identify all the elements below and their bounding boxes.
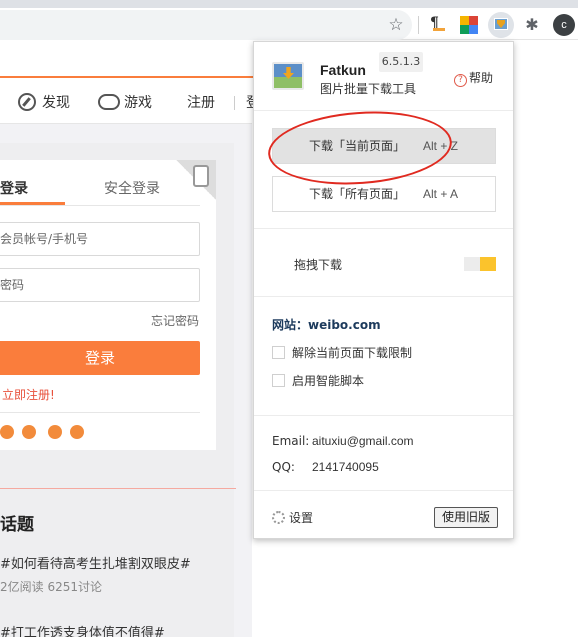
topic-meta: 2亿阅读 6251讨论 <box>0 580 102 594</box>
divider <box>254 415 513 416</box>
gear-icon <box>272 511 285 524</box>
use-old-version-button[interactable]: 使用旧版 <box>434 507 498 528</box>
topic-title[interactable]: #如何看待高考生扎堆割双眼皮# <box>0 553 191 572</box>
question-icon: ? <box>454 74 467 87</box>
download-all-shortcut: Alt + A <box>423 187 459 201</box>
email-value: aituxiu@gmail.com <box>312 434 414 448</box>
taobao-icon[interactable] <box>22 425 36 439</box>
password-input[interactable]: 密码 <box>0 268 200 302</box>
address-bar[interactable] <box>0 10 412 40</box>
help-link[interactable]: ? 帮助 <box>454 69 493 87</box>
extensions-puzzle-icon[interactable]: ✱ <box>520 13 544 37</box>
site-label: 网站：weibo.com <box>272 318 381 332</box>
nav-register[interactable]: 注册 <box>187 92 215 114</box>
account-input[interactable]: 会员帐号/手机号 <box>0 222 200 256</box>
qq-icon[interactable] <box>0 425 14 439</box>
toolbar-divider <box>418 16 419 34</box>
tab-login[interactable]: 登录 <box>0 178 28 198</box>
settings-link[interactable]: 设置 <box>272 509 313 526</box>
register-now-link[interactable]: 立即注册! <box>2 386 55 403</box>
bookmark-star-icon[interactable]: ☆ <box>385 14 407 36</box>
fatkun-logo-icon <box>272 62 304 90</box>
forgot-password-link[interactable]: 忘记密码 <box>151 312 199 329</box>
remove-limit-label: 解除当前页面下载限制 <box>292 346 413 360</box>
baidu-icon[interactable] <box>70 425 84 439</box>
profile-avatar[interactable]: c <box>553 14 575 36</box>
topics-heading: 话题 <box>0 515 34 535</box>
nav-discover-label: 发现 <box>42 95 70 111</box>
nav-divider <box>234 96 235 110</box>
remove-limit-checkbox[interactable]: 解除当前页面下载限制 <box>272 344 412 361</box>
login-button[interactable]: 登录 <box>0 341 200 375</box>
qq-row: QQ: 2141740095 <box>272 460 379 474</box>
checkbox-box <box>272 374 285 387</box>
phone-qr-icon[interactable] <box>193 165 209 187</box>
topic-title[interactable]: #打工作透支身体值不值得# <box>0 622 165 637</box>
pilcrow-extension-icon[interactable]: ¶ <box>425 13 449 37</box>
divider <box>254 490 513 491</box>
nav-game-label: 游戏 <box>124 95 152 111</box>
360-icon[interactable] <box>48 425 62 439</box>
tab-secure-login[interactable]: 安全登录 <box>104 178 160 198</box>
help-label: 帮助 <box>469 71 494 85</box>
tab-rule <box>0 205 200 206</box>
fatkun-extension-icon[interactable] <box>488 12 514 38</box>
compass-icon <box>18 93 36 111</box>
drag-download-label: 拖拽下载 <box>294 258 343 272</box>
checkbox-box <box>272 346 285 359</box>
qq-label: QQ: <box>272 460 295 474</box>
app-name: Fatkun <box>320 62 366 78</box>
email-row: Email: aituxiu@gmail.com <box>272 434 414 448</box>
nav-discover[interactable]: 发现 <box>18 92 70 114</box>
qq-value: 2141740095 <box>312 460 379 474</box>
fatkun-popup: Fatkun 图片批量下载工具 6.5.1.3 ? 帮助 下载「当前页面」 Alt… <box>253 41 514 539</box>
divider <box>254 296 513 297</box>
gamepad-icon <box>98 94 120 110</box>
settings-label: 设置 <box>289 511 314 525</box>
nav-game[interactable]: 游戏 <box>98 92 152 114</box>
drag-download-toggle[interactable] <box>464 257 496 271</box>
color-extension-icon[interactable] <box>457 13 481 37</box>
smart-script-checkbox[interactable]: 启用智能脚本 <box>272 372 364 389</box>
section-rule <box>0 488 236 489</box>
smart-script-label: 启用智能脚本 <box>292 374 365 388</box>
browser-toolbar: ☆ ¶ ✱ c <box>0 0 578 40</box>
social-divider <box>0 412 200 413</box>
version-badge: 6.5.1.3 <box>379 52 423 72</box>
email-label: Email: <box>272 434 310 448</box>
app-subtitle: 图片批量下载工具 <box>320 82 417 96</box>
divider <box>254 228 513 229</box>
tab-strip <box>0 0 578 8</box>
